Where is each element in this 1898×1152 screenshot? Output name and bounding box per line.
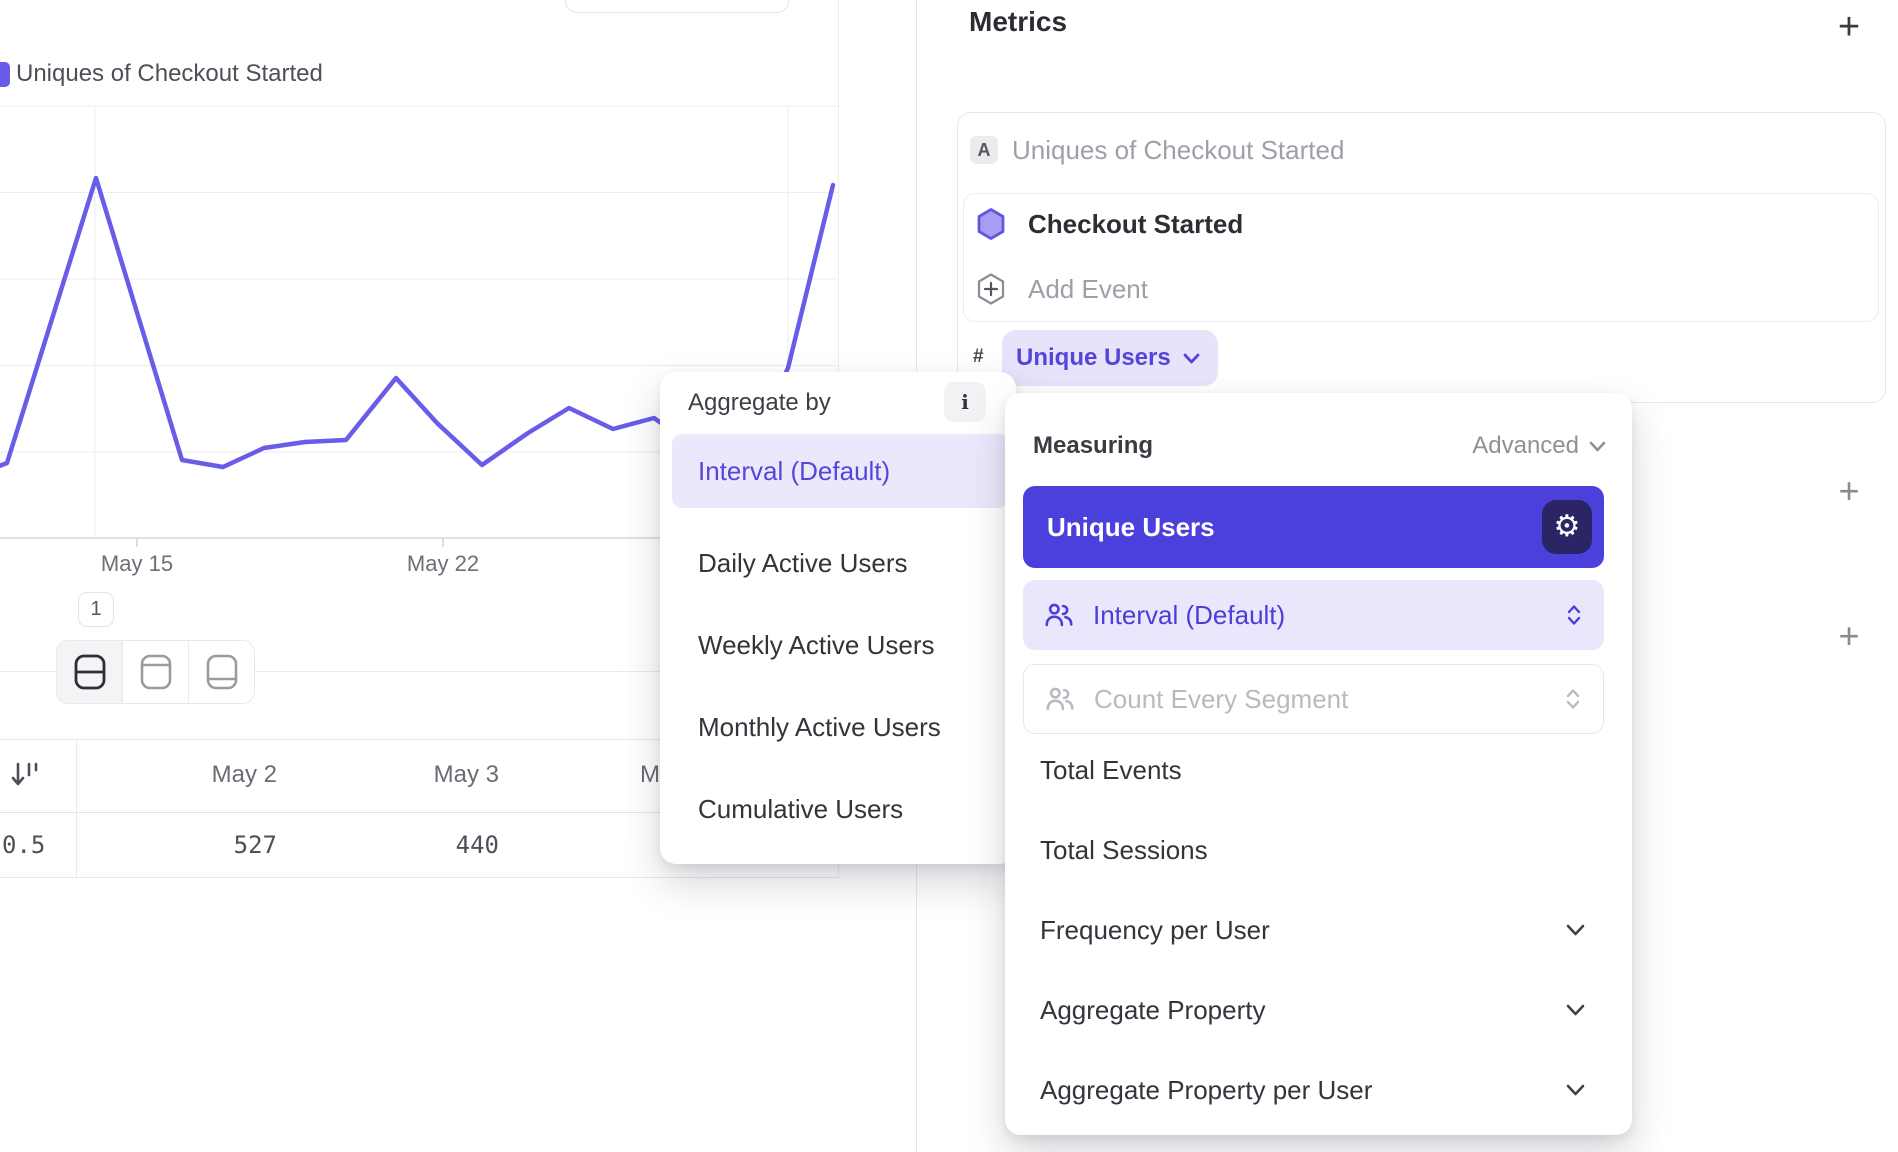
chevron-down-icon (1183, 353, 1200, 364)
metrics-panel-title: Metrics (969, 6, 1067, 38)
measurement-chip-label: Unique Users (1016, 344, 1171, 372)
add-breakdown-button[interactable]: + (1830, 615, 1868, 657)
chevron-down-icon (1566, 995, 1588, 1025)
table-row-label: 0.5 (2, 831, 72, 859)
measuring-title: Measuring (1033, 432, 1153, 460)
add-metric-button[interactable]: + (1830, 6, 1868, 48)
sort-descending-icon[interactable] (8, 757, 44, 793)
add-filter-button[interactable]: + (1830, 470, 1868, 512)
layout-split-rows-button[interactable] (57, 641, 123, 703)
menu-item-total-events[interactable]: Total Events (1040, 755, 1182, 785)
gear-icon: ⚙ (1554, 512, 1581, 542)
hash-icon: # (973, 346, 984, 368)
series-badge: A (970, 136, 998, 164)
users-icon (1046, 685, 1074, 713)
menu-item-aggregate-property[interactable]: Aggregate Property (1040, 995, 1265, 1025)
chevron-down-icon (1566, 915, 1588, 945)
chevron-down-icon (1566, 1075, 1588, 1105)
chevron-updown-icon (1565, 687, 1581, 711)
layout-bottom-icon (205, 652, 239, 692)
menu-item-interval-default[interactable]: Interval (Default) (672, 434, 1008, 508)
table-bottom-border (0, 877, 838, 878)
chevron-updown-icon (1566, 603, 1582, 627)
layout-top-icon (139, 652, 173, 692)
layout-split-icon (73, 652, 107, 692)
advanced-toggle[interactable]: Advanced (1430, 432, 1606, 460)
aggregate-by-title: Aggregate by (688, 389, 831, 417)
layout-bottom-panel-button[interactable] (189, 641, 254, 703)
info-icon[interactable]: i (944, 382, 986, 422)
interval-selector[interactable]: Interval (Default) (1023, 580, 1604, 650)
table-header-may-2[interactable]: May 2 (77, 761, 277, 789)
unique-users-label: Unique Users (1047, 486, 1215, 568)
layout-toggle-group (56, 640, 255, 704)
add-event-button[interactable]: Add Event (1028, 274, 1148, 305)
users-icon (1045, 601, 1073, 629)
measurement-chip[interactable]: Unique Users (1002, 330, 1218, 386)
x-tick-may-22: May 22 (383, 551, 503, 577)
table-cell-may-3: 440 (301, 831, 499, 859)
interval-selector-label: Interval (Default) (1093, 600, 1546, 631)
layout-top-panel-button[interactable] (123, 641, 189, 703)
menu-item-aggregate-property-per-user[interactable]: Aggregate Property per User (1040, 1075, 1372, 1105)
menu-item-total-sessions[interactable]: Total Sessions (1040, 835, 1208, 865)
count-every-segment-selector[interactable]: Count Every Segment (1023, 664, 1604, 734)
menu-item-monthly-active-users[interactable]: Monthly Active Users (698, 712, 941, 742)
gear-button[interactable]: ⚙ (1542, 500, 1592, 554)
series-count-button[interactable]: 1 (78, 592, 114, 627)
table-header-may-3[interactable]: May 3 (301, 761, 499, 789)
menu-item-frequency-per-user[interactable]: Frequency per User (1040, 915, 1270, 945)
count-every-segment-label: Count Every Segment (1094, 684, 1545, 715)
menu-item-daily-active-users[interactable]: Daily Active Users (698, 548, 908, 578)
x-tick-may-15: May 15 (77, 551, 197, 577)
event-row[interactable]: Checkout Started (1028, 209, 1243, 240)
insights-report-view: Uniques of Checkout Started May 15 May 2… (0, 0, 1898, 1152)
event-hexagon-icon (976, 207, 1006, 241)
unique-users-option[interactable]: Unique Users ⚙ (1023, 486, 1604, 568)
table-cell-may-2: 527 (77, 831, 277, 859)
chevron-down-icon (1589, 441, 1606, 452)
add-event-hexagon-icon (976, 272, 1006, 306)
advanced-label: Advanced (1472, 432, 1579, 460)
menu-item-weekly-active-users[interactable]: Weekly Active Users (698, 630, 934, 660)
series-title: Uniques of Checkout Started (1012, 136, 1344, 164)
menu-item-cumulative-users[interactable]: Cumulative Users (698, 794, 903, 824)
